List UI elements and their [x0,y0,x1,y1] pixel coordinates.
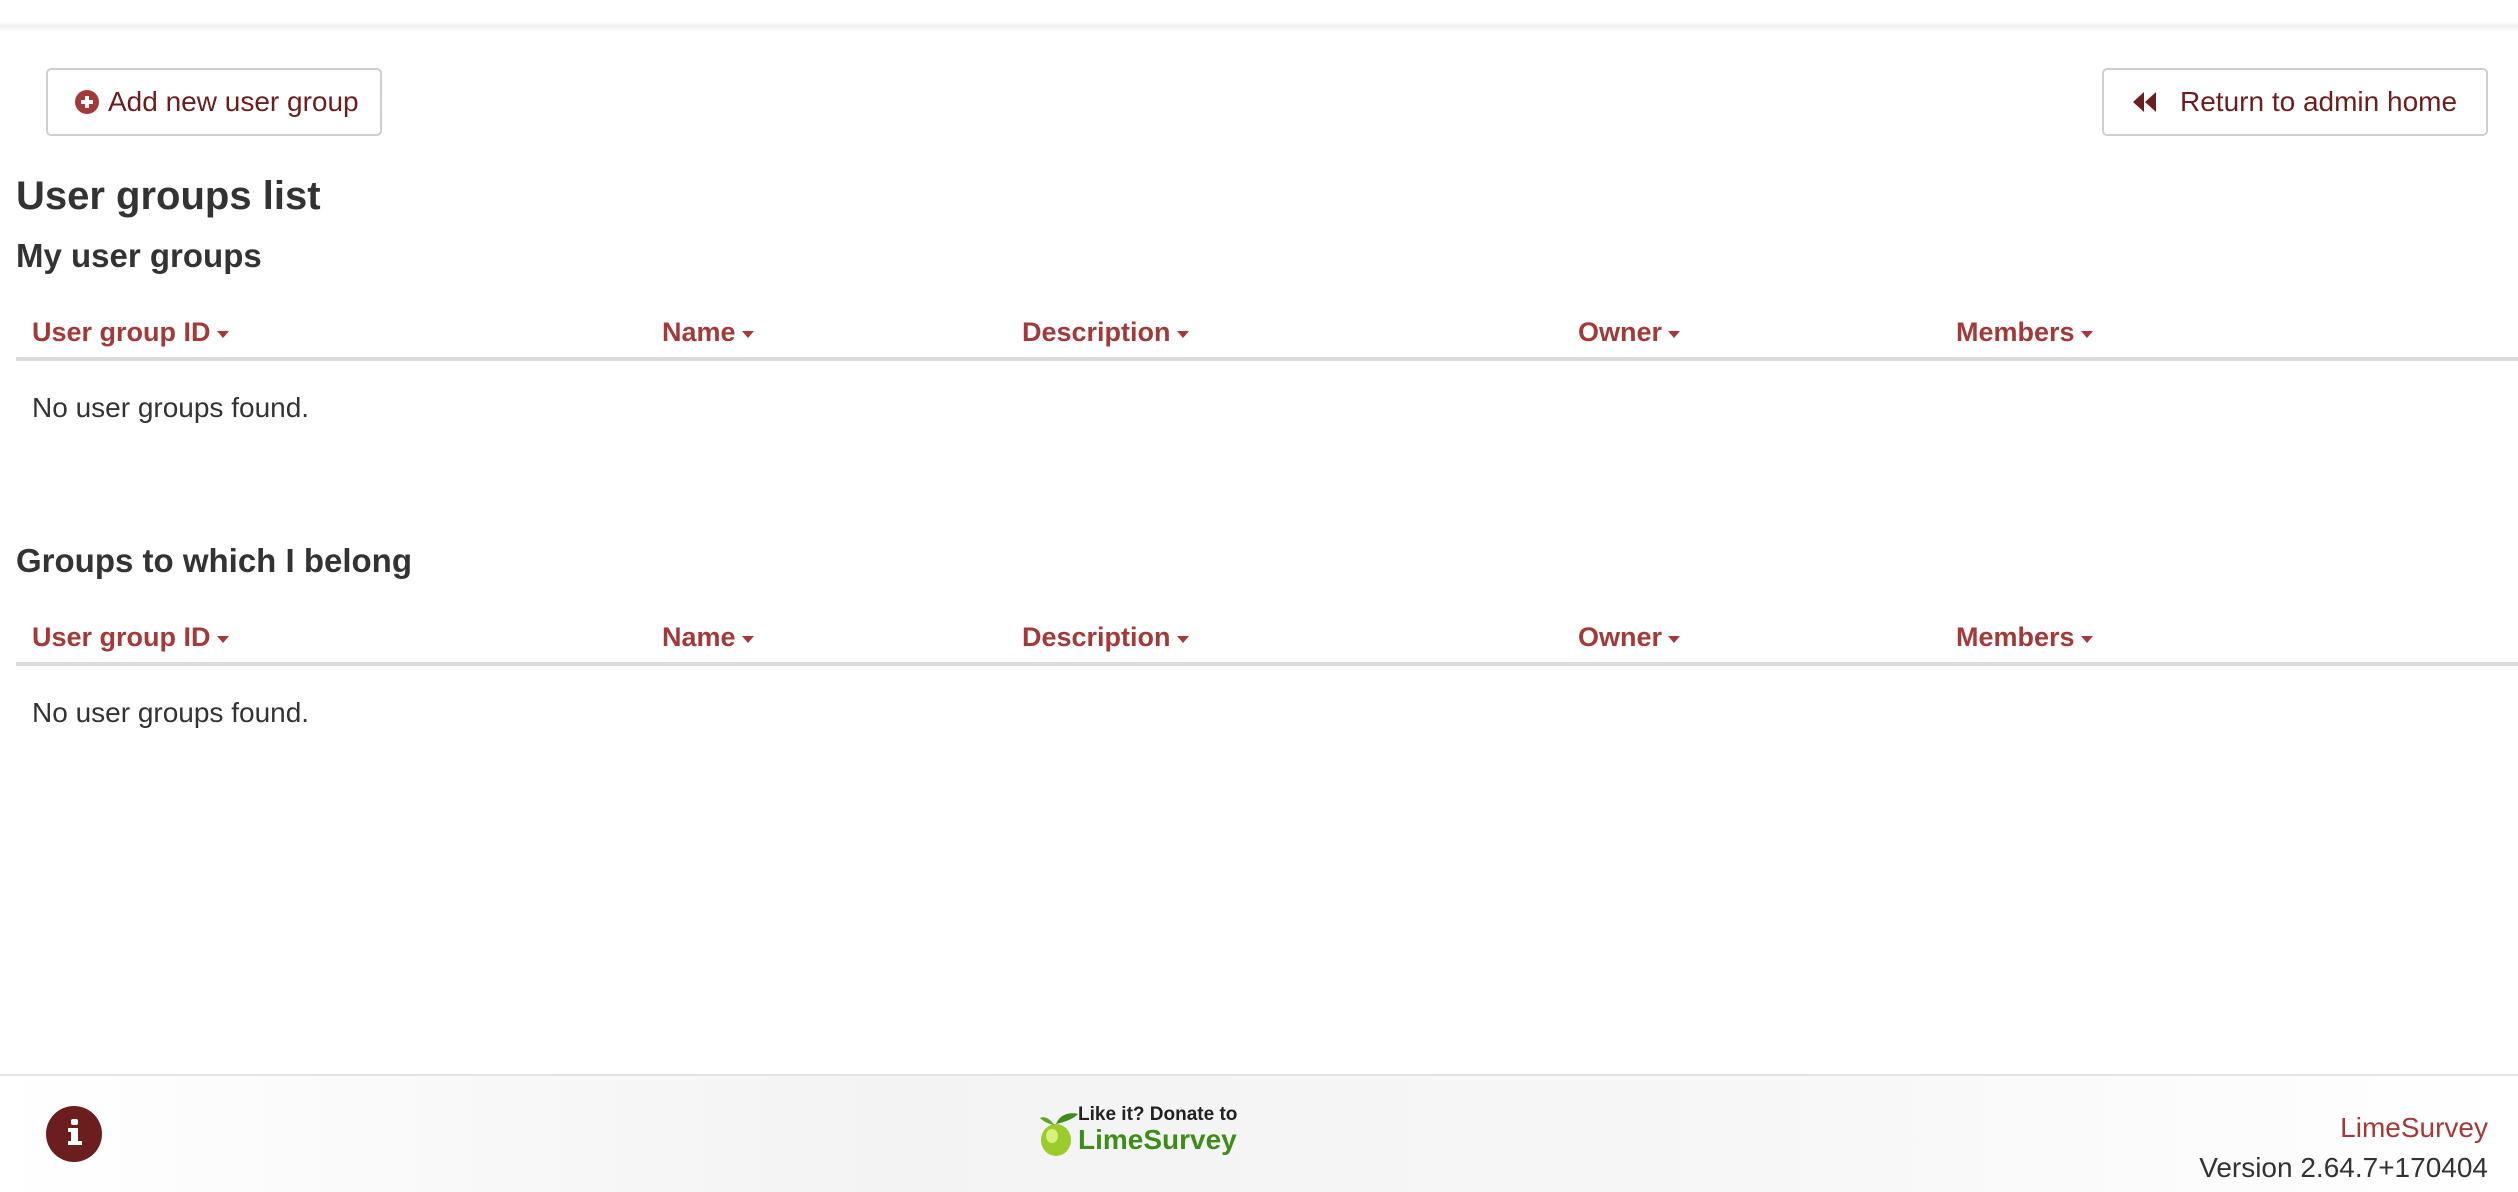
sort-user-group-id[interactable]: User group ID [32,317,229,348]
fast-backward-icon [2132,90,2158,114]
version-text: Version 2.64.7+170404 [2199,1152,2488,1183]
add-user-group-label: Add new user group [108,86,359,117]
sort-name[interactable]: Name [662,317,754,348]
sort-members[interactable]: Members [1956,317,2093,348]
member-groups-table-header: User group ID Name Description Owner Mem… [16,608,2518,666]
return-admin-home-label: Return to admin home [2180,86,2458,117]
donate-line1: Like it? Donate to [1078,1104,1238,1125]
lime-fruit-icon [1036,1108,1080,1163]
plus-circle-icon [74,89,100,115]
my-groups-table-header: User group ID Name Description Owner Mem… [16,303,2518,361]
caret-down-icon [1668,330,1681,338]
caret-down-icon [1668,635,1681,643]
caret-down-icon [741,635,754,643]
member-groups-title: Groups to which I belong [16,542,412,579]
caret-down-icon [216,635,229,643]
info-icon [60,1117,88,1152]
top-navbar-edge [0,0,2518,32]
page-title: User groups list [16,174,321,218]
sort-user-group-id[interactable]: User group ID [32,622,229,653]
sort-owner[interactable]: Owner [1578,317,1681,348]
sort-name[interactable]: Name [662,622,754,653]
caret-down-icon [2080,635,2093,643]
donate-brand: LimeSurvey [1078,1124,1237,1155]
sort-members[interactable]: Members [1956,622,2093,653]
sort-description[interactable]: Description [1022,622,1189,653]
member-groups-empty-message: No user groups found. [32,697,310,728]
caret-down-icon [1176,635,1189,643]
caret-down-icon [216,330,229,338]
sort-description[interactable]: Description [1022,317,1189,348]
caret-down-icon [2080,330,2093,338]
limesurvey-link[interactable]: LimeSurvey [2340,1112,2488,1144]
return-admin-home-button[interactable]: Return to admin home [2102,68,2488,136]
sort-owner[interactable]: Owner [1578,622,1681,653]
add-user-group-button[interactable]: Add new user group [46,68,382,136]
footer: Like it? Donate to LimeSurvey LimeSurvey… [0,1074,2518,1192]
caret-down-icon [1176,330,1189,338]
donate-link[interactable]: Like it? Donate to LimeSurvey [1036,1104,1240,1160]
my-groups-empty-message: No user groups found. [32,392,310,423]
info-button[interactable] [46,1106,102,1162]
my-user-groups-title: My user groups [16,237,262,274]
caret-down-icon [741,330,754,338]
